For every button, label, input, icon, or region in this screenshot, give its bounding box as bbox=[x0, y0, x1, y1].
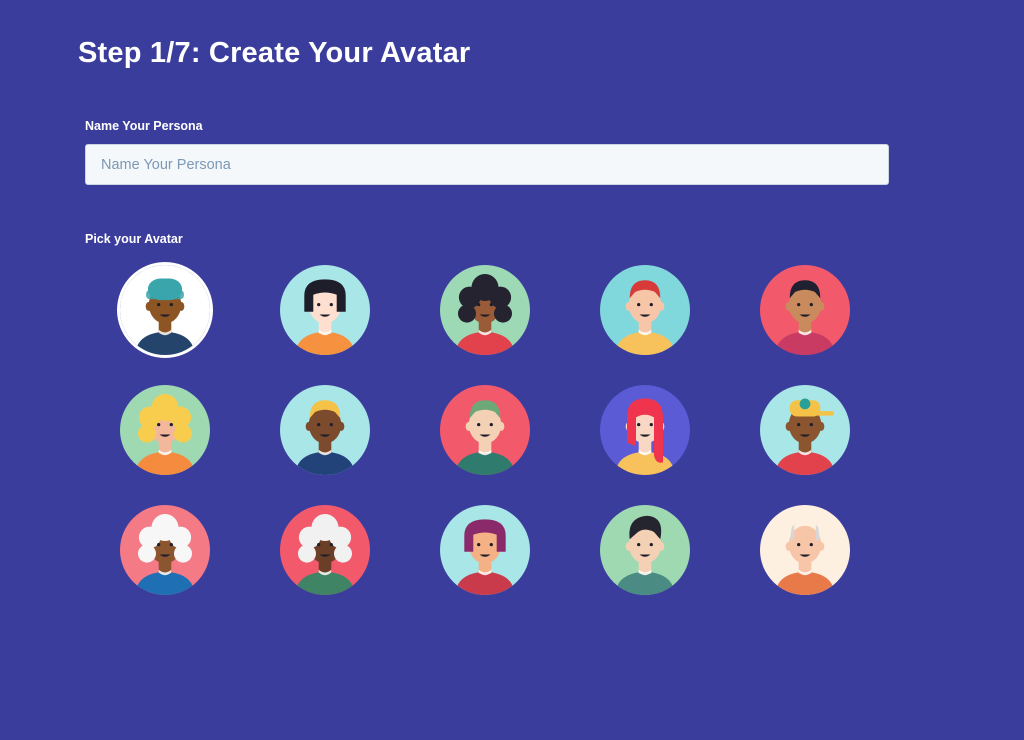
avatar-button[interactable] bbox=[760, 505, 850, 595]
persona-name-label: Name Your Persona bbox=[85, 119, 203, 133]
avatar-blonde-crew-cut-man-icon bbox=[280, 385, 370, 475]
avatar-option bbox=[565, 384, 725, 504]
avatar-red-ponytail-woman-icon bbox=[600, 385, 690, 475]
avatar-button[interactable] bbox=[280, 385, 370, 475]
avatar-dark-hair-man-icon bbox=[760, 265, 850, 355]
avatar-button[interactable] bbox=[120, 385, 210, 475]
avatar-black-bob-buns-woman-icon bbox=[280, 265, 370, 355]
page-title: Step 1/7: Create Your Avatar bbox=[78, 37, 471, 69]
avatar-yellow-cap-glasses-man-icon bbox=[760, 385, 850, 475]
avatar-option bbox=[245, 264, 405, 384]
avatar-option bbox=[725, 504, 885, 624]
avatar-button[interactable] bbox=[280, 505, 370, 595]
avatar-button[interactable] bbox=[440, 265, 530, 355]
avatar-green-hair-mustache-man-icon bbox=[440, 385, 530, 475]
avatar-button[interactable] bbox=[117, 262, 213, 358]
avatar-option bbox=[245, 504, 405, 624]
avatar-bald-grey-man-icon bbox=[760, 505, 850, 595]
avatar-button[interactable] bbox=[280, 265, 370, 355]
avatar-button[interactable] bbox=[760, 385, 850, 475]
avatar-grid bbox=[85, 262, 885, 624]
avatar-black-curly-hair-woman-icon bbox=[440, 265, 530, 355]
avatar-picker-label: Pick your Avatar bbox=[85, 232, 183, 246]
avatar-button[interactable] bbox=[760, 265, 850, 355]
avatar-option bbox=[565, 264, 725, 384]
avatar-button[interactable] bbox=[440, 385, 530, 475]
avatar-button[interactable] bbox=[600, 385, 690, 475]
avatar-white-hair-beard-man-icon bbox=[280, 505, 370, 595]
avatar-option bbox=[725, 384, 885, 504]
persona-name-input[interactable] bbox=[85, 144, 889, 185]
avatar-option bbox=[405, 504, 565, 624]
avatar-button[interactable] bbox=[120, 505, 210, 595]
avatar-option bbox=[245, 384, 405, 504]
avatar-button[interactable] bbox=[440, 505, 530, 595]
avatar-teal-beanie-man-icon bbox=[120, 265, 210, 355]
avatar-option bbox=[85, 384, 245, 504]
avatar-option bbox=[725, 264, 885, 384]
avatar-white-afro-woman-icon bbox=[120, 505, 210, 595]
avatar-option bbox=[405, 384, 565, 504]
avatar-option bbox=[85, 504, 245, 624]
avatar-red-hair-freckles-man-icon bbox=[600, 265, 690, 355]
avatar-option bbox=[565, 504, 725, 624]
avatar-option bbox=[405, 264, 565, 384]
avatar-pompadour-beard-man-icon bbox=[600, 505, 690, 595]
avatar-blonde-curly-woman-icon bbox=[120, 385, 210, 475]
avatar-purple-hair-glasses-woman-icon bbox=[440, 505, 530, 595]
avatar-button[interactable] bbox=[600, 505, 690, 595]
avatar-option bbox=[85, 262, 245, 384]
avatar-button[interactable] bbox=[600, 265, 690, 355]
